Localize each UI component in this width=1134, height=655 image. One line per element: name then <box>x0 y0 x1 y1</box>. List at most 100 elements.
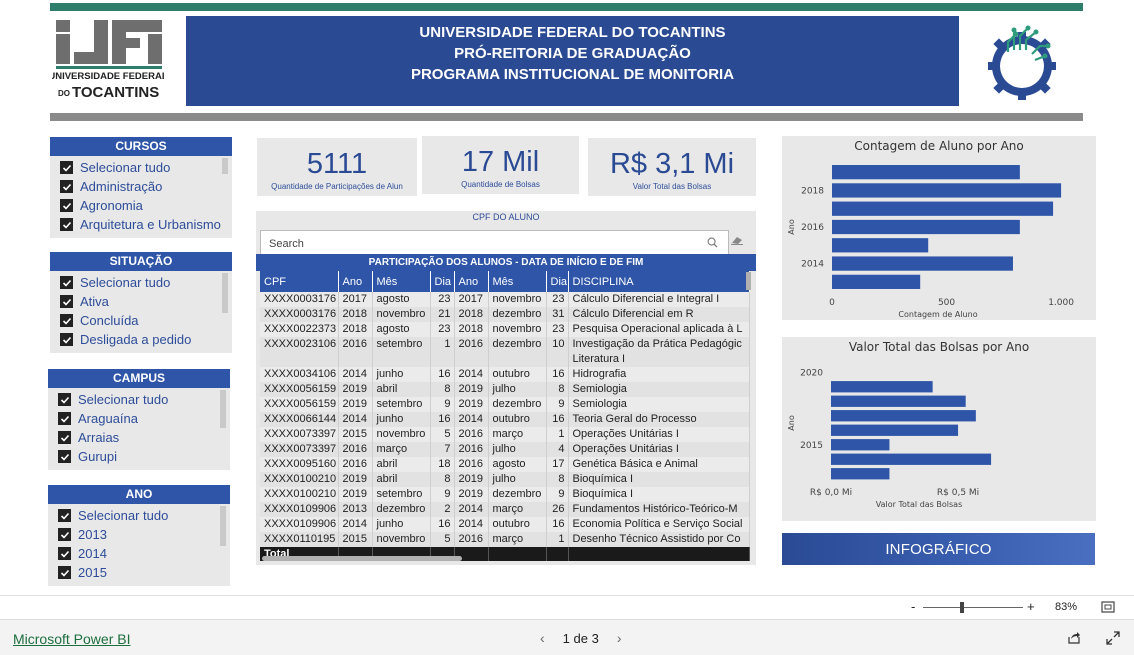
column-header[interactable]: Ano <box>338 271 373 292</box>
bar-2014[interactable] <box>832 256 1013 271</box>
table-vertical-scrollbar[interactable] <box>746 272 751 290</box>
table-row[interactable]: XXXX0023106 2016 setembro 1 2016 dezembro 10 In… <box>260 337 750 367</box>
table-row[interactable]: XXXX0110195 2015 novembro 5 2016 março 1 Desenh… <box>260 532 750 547</box>
column-header[interactable]: DISCIPLINA <box>568 271 750 292</box>
slicer-scrollbar[interactable] <box>222 158 228 174</box>
table-cell: novembro <box>372 532 431 547</box>
banner-line-2: PRÓ-REITORIA DE GRADUAÇÃO <box>454 45 691 62</box>
slicer-situacao-item[interactable]: Desligada a pedido <box>60 330 232 349</box>
bar-2013[interactable] <box>832 274 921 289</box>
infografico-button[interactable]: INFOGRÁFICO <box>782 533 1095 565</box>
table-row[interactable]: XXXX0109906 2013 dezembro 2 2014 março 26 Funda… <box>260 502 750 517</box>
checkbox-checked-icon[interactable] <box>60 199 73 212</box>
share-icon[interactable] <box>1067 631 1081 645</box>
column-header[interactable]: Mês <box>488 271 547 292</box>
eraser-icon[interactable] <box>730 235 744 245</box>
search-input[interactable] <box>269 238 689 250</box>
slicer-campus-item[interactable]: Arraias <box>58 428 230 447</box>
bar-2017[interactable] <box>831 410 976 422</box>
slicer-campus-item[interactable]: Araguaína <box>58 409 230 428</box>
table-cell: Semiologia <box>568 397 750 412</box>
table-row[interactable]: XXXX0056159 2019 setembro 9 2019 dezembro 9 Sem… <box>260 397 750 412</box>
table-row[interactable]: XXXX0003176 2017 agosto 23 2017 novembro 23 Cál… <box>260 292 750 307</box>
zoom-slider-thumb[interactable] <box>960 602 964 613</box>
slicer-ano-item[interactable]: 2014 <box>58 544 230 563</box>
slicer-ano-item[interactable]: 2013 <box>58 525 230 544</box>
fit-to-page-icon[interactable] <box>1101 601 1115 613</box>
slicer-scrollbar[interactable] <box>220 390 226 428</box>
checkbox-checked-icon[interactable] <box>60 314 73 327</box>
slicer-cursos-item[interactable]: Arquitetura e Urbanismo <box>60 215 232 234</box>
slicer-ano-item[interactable]: Selecionar tudo <box>58 506 230 525</box>
slicer-situacao-item[interactable]: Concluída <box>60 311 232 330</box>
slicer-cursos-item[interactable]: Selecionar tudo <box>60 158 232 177</box>
table-horizontal-scrollbar[interactable] <box>262 556 462 561</box>
bar-2019[interactable] <box>832 165 1020 180</box>
slicer-campus-item[interactable]: Selecionar tudo <box>58 390 230 409</box>
bar-2018[interactable] <box>831 395 966 407</box>
prev-page-icon[interactable]: ‹ <box>540 630 545 646</box>
bar-2015[interactable] <box>832 238 929 253</box>
slicer-situacao-item[interactable]: Ativa <box>60 292 232 311</box>
power-bi-link[interactable]: Microsoft Power BI <box>13 631 130 647</box>
bar-2019[interactable] <box>831 381 933 393</box>
bar-2016[interactable] <box>832 219 1020 235</box>
column-header[interactable]: CPF <box>260 271 339 292</box>
table-row[interactable]: XXXX0109906 2014 junho 16 2014 outubro 16 Econo… <box>260 517 750 532</box>
bar-2018[interactable] <box>832 183 1062 198</box>
table-cell: 2014 <box>338 517 373 532</box>
table-row[interactable]: XXXX0100210 2019 setembro 9 2019 dezembro 9 Bio… <box>260 487 750 502</box>
search-icon[interactable] <box>707 237 718 248</box>
slicer-cursos-item[interactable]: Agronomia <box>60 196 232 215</box>
checkbox-checked-icon[interactable] <box>60 333 73 346</box>
fullscreen-icon[interactable] <box>1106 631 1120 645</box>
table-row[interactable]: XXXX0003176 2018 novembro 21 2018 dezembro 31 C… <box>260 307 750 322</box>
page-indicator: 1 de 3 <box>562 630 599 646</box>
checkbox-checked-icon[interactable] <box>58 547 71 560</box>
table-cell: XXXX0110195 <box>260 532 339 547</box>
table-row[interactable]: XXXX0100210 2019 abril 8 2019 julho 8 Bioquímic… <box>260 472 750 487</box>
checkbox-checked-icon[interactable] <box>58 450 71 463</box>
checkbox-checked-icon[interactable] <box>58 566 71 579</box>
slicer-scrollbar[interactable] <box>222 273 228 313</box>
table-row[interactable]: XXXX0034106 2014 junho 16 2014 outubro 16 Hidro… <box>260 367 750 382</box>
checkbox-checked-icon[interactable] <box>58 393 71 406</box>
checkbox-checked-icon[interactable] <box>58 509 71 522</box>
checkbox-checked-icon[interactable] <box>60 218 73 231</box>
checkbox-checked-icon[interactable] <box>58 412 71 425</box>
slicer-scrollbar[interactable] <box>220 506 226 546</box>
slicer-cursos-item[interactable]: Administração <box>60 177 232 196</box>
zoom-in-button[interactable]: + <box>1027 599 1035 614</box>
table-row[interactable]: XXXX0022373 2018 agosto 23 2018 novembro 23 Pes… <box>260 322 750 337</box>
table-row[interactable]: XXXX0073397 2016 março 7 2016 julho 4 Operações… <box>260 442 750 457</box>
bar-2016[interactable] <box>831 424 959 436</box>
checkbox-checked-icon[interactable] <box>58 528 71 541</box>
checkbox-checked-icon[interactable] <box>60 180 73 193</box>
bar-2013[interactable] <box>831 468 890 480</box>
column-header[interactable]: Mês <box>372 271 431 292</box>
zoom-slider-track[interactable] <box>923 607 1023 608</box>
table-row[interactable]: XXXX0073397 2015 novembro 5 2016 março 1 Operaç… <box>260 427 750 442</box>
bar-2017[interactable] <box>832 201 1054 216</box>
checkbox-checked-icon[interactable] <box>60 276 73 289</box>
checkbox-checked-icon[interactable] <box>60 161 73 174</box>
search-box[interactable] <box>260 230 729 254</box>
column-header[interactable]: Ano <box>454 271 489 292</box>
kpi-value: 17 Mil <box>461 146 540 178</box>
table-cell: 2014 <box>338 412 373 427</box>
table-row[interactable]: XXXX0095160 2016 abril 18 2016 agosto 17 Genéti… <box>260 457 750 472</box>
next-page-icon[interactable]: › <box>617 630 622 646</box>
table-row[interactable]: XXXX0056159 2019 abril 8 2019 julho 8 Semiologi… <box>260 382 750 397</box>
checkbox-checked-icon[interactable] <box>60 295 73 308</box>
slicer-situacao-item[interactable]: Selecionar tudo <box>60 273 232 292</box>
column-header[interactable]: Dia <box>546 271 569 292</box>
bar-2014[interactable] <box>831 453 992 465</box>
bar-2015[interactable] <box>831 439 890 451</box>
slicer-campus: CAMPUS Selecionar tudo Araguaína Arraias… <box>48 369 230 470</box>
checkbox-checked-icon[interactable] <box>58 431 71 444</box>
slicer-campus-item[interactable]: Gurupi <box>58 447 230 466</box>
zoom-out-button[interactable]: - <box>911 599 915 614</box>
column-header[interactable]: Dia <box>430 271 455 292</box>
table-row[interactable]: XXXX0066144 2014 junho 16 2014 outubro 16 Teori… <box>260 412 750 427</box>
slicer-ano-item[interactable]: 2015 <box>58 563 230 582</box>
